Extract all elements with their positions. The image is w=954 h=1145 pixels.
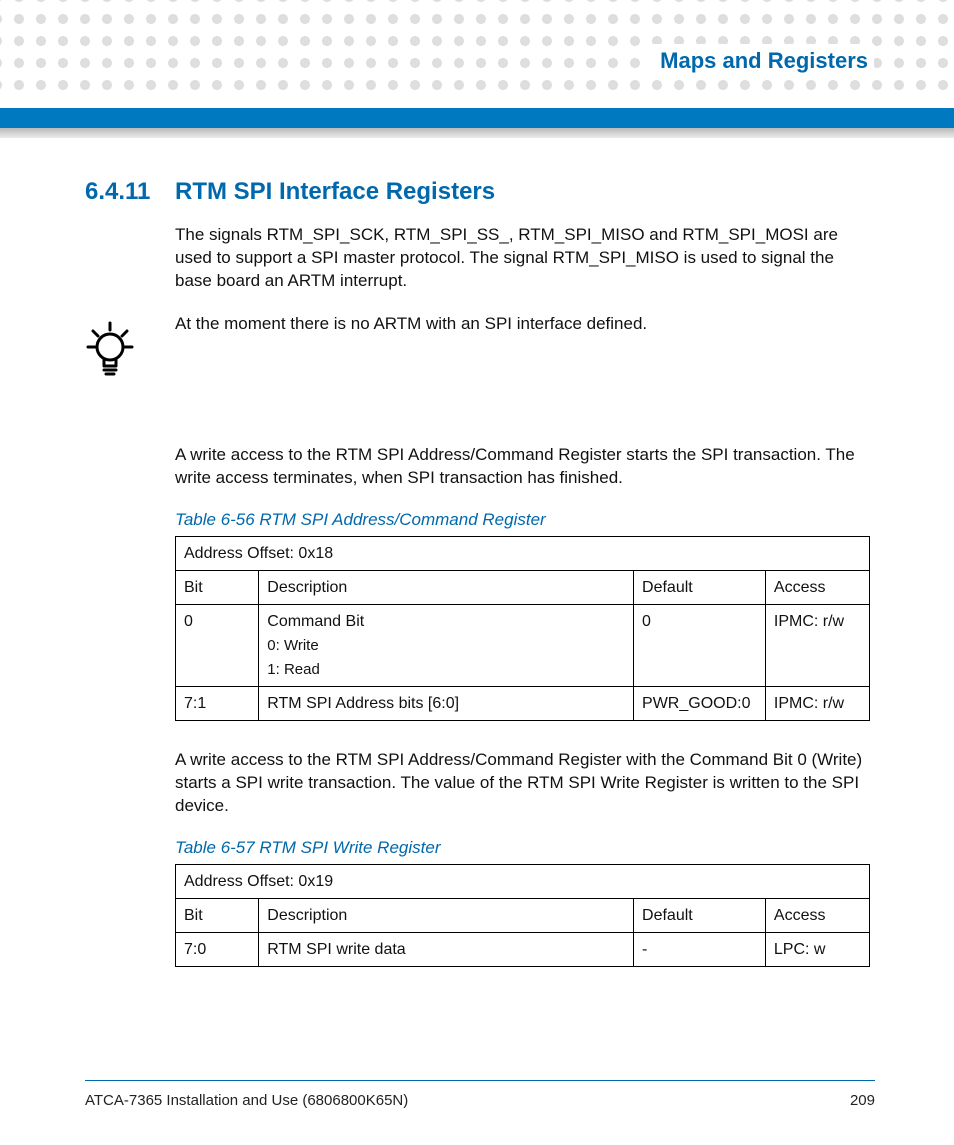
table-cell: IPMC: r/w	[765, 605, 869, 687]
table-cell: 7:1	[176, 686, 259, 720]
table-caption-57: Table 6-57 RTM SPI Write Register	[175, 838, 870, 858]
table-rtm-spi-addr-cmd: Address Offset: 0x18 Bit Description Def…	[175, 536, 870, 721]
table-caption-56: Table 6-56 RTM SPI Address/Command Regis…	[175, 510, 870, 530]
table-cell: RTM SPI write data	[259, 933, 634, 967]
table-cell: RTM SPI Address bits [6:0]	[259, 686, 634, 720]
section-title: RTM SPI Interface Registers	[175, 178, 495, 206]
table-row: 0 Command Bit 0: Write 1: Read 0 IPMC: r…	[176, 605, 870, 687]
table-header-cell: Default	[634, 570, 766, 604]
paragraph-write-transaction: A write access to the RTM SPI Address/Co…	[175, 749, 870, 818]
table-header-cell: Description	[259, 898, 634, 932]
footer-doc-title: ATCA-7365 Installation and Use (6806800K…	[85, 1092, 408, 1109]
table-cell: IPMC: r/w	[765, 686, 869, 720]
section-number: 6.4.11	[85, 178, 175, 206]
table-cell: 0	[634, 605, 766, 687]
table-addr-offset: Address Offset: 0x18	[176, 536, 870, 570]
table-cell: -	[634, 933, 766, 967]
table-row: Address Offset: 0x18	[176, 536, 870, 570]
section-heading: 6.4.11 RTM SPI Interface Registers	[85, 178, 875, 206]
table-row: Address Offset: 0x19	[176, 864, 870, 898]
lightbulb-icon	[85, 319, 135, 384]
header-grey-bar	[0, 128, 954, 138]
header-blue-bar	[0, 108, 954, 128]
table-row: 7:1 RTM SPI Address bits [6:0] PWR_GOOD:…	[176, 686, 870, 720]
table-header-cell: Access	[765, 898, 869, 932]
note-block: At the moment there is no ARTM with an S…	[85, 313, 875, 384]
table-row: Bit Description Default Access	[176, 570, 870, 604]
table-cell: LPC: w	[765, 933, 869, 967]
table-header-cell: Bit	[176, 570, 259, 604]
table-header-cell: Access	[765, 570, 869, 604]
table-row: 7:0 RTM SPI write data - LPC: w	[176, 933, 870, 967]
table-rtm-spi-write: Address Offset: 0x19 Bit Description Def…	[175, 864, 870, 968]
page-footer: ATCA-7365 Installation and Use (6806800K…	[85, 1092, 875, 1109]
footer-rule	[85, 1080, 875, 1081]
paragraph-intro: The signals RTM_SPI_SCK, RTM_SPI_SS_, RT…	[175, 224, 870, 293]
table-header-cell: Description	[259, 570, 634, 604]
note-text: At the moment there is no ARTM with an S…	[175, 313, 647, 336]
table-header-cell: Default	[634, 898, 766, 932]
paragraph-write-access: A write access to the RTM SPI Address/Co…	[175, 444, 870, 490]
page-content: 6.4.11 RTM SPI Interface Registers The s…	[85, 178, 875, 995]
table-cell: Command Bit 0: Write 1: Read	[259, 605, 634, 687]
table-cell: PWR_GOOD:0	[634, 686, 766, 720]
table-header-cell: Bit	[176, 898, 259, 932]
table-cell: 0	[176, 605, 259, 687]
table-addr-offset: Address Offset: 0x19	[176, 864, 870, 898]
table-cell: 7:0	[176, 933, 259, 967]
footer-page-number: 209	[850, 1092, 875, 1109]
table-row: Bit Description Default Access	[176, 898, 870, 932]
chapter-title: Maps and Registers	[642, 44, 874, 78]
